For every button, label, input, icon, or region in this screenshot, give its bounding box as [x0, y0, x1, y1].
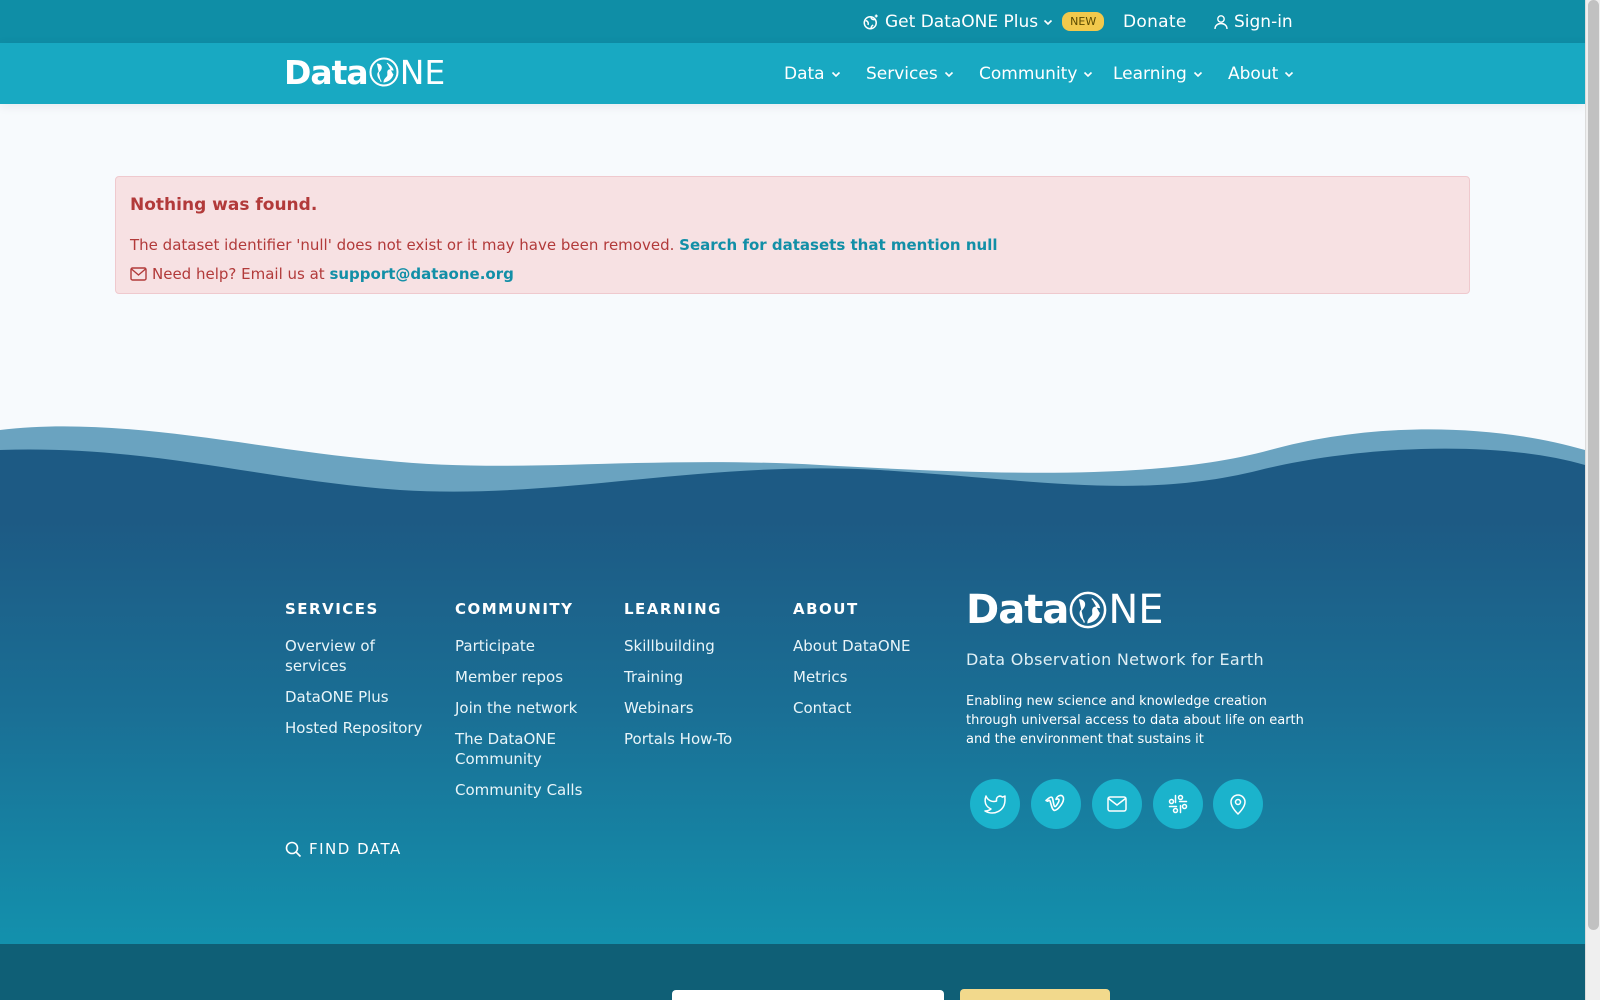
nav-learning-label: Learning	[1113, 63, 1187, 84]
newsletter-subscribe-button[interactable]	[960, 989, 1110, 1000]
email-button[interactable]	[1092, 779, 1142, 829]
find-data-link[interactable]: FIND DATA	[285, 840, 402, 858]
map-pin-icon	[1230, 794, 1246, 816]
footer-dataone-logo[interactable]: Data NE	[966, 587, 1164, 633]
main-navbar: Data NE Data Services Community Learning…	[0, 43, 1585, 104]
search-icon	[285, 841, 302, 857]
slack-icon	[1168, 794, 1188, 814]
footer-link[interactable]: Contact	[793, 698, 943, 718]
help-text: Need help? Email us at	[152, 265, 325, 283]
twitter-icon	[984, 795, 1006, 814]
chevron-down-icon	[1044, 19, 1053, 25]
mail-icon	[1107, 796, 1127, 812]
footer-col-community: COMMUNITY Participate Member repos Join …	[455, 600, 605, 811]
vimeo-button[interactable]	[1031, 779, 1081, 829]
footer-tagline: Data Observation Network for Earth	[966, 650, 1264, 669]
alert-title: Nothing was found.	[130, 195, 318, 215]
sign-in-label: Sign-in	[1234, 11, 1293, 32]
footer-col-services: SERVICES Overview of services DataONE Pl…	[285, 600, 425, 749]
footer-heading: SERVICES	[285, 600, 379, 618]
chevron-down-icon	[1285, 71, 1294, 77]
globe-icon	[369, 57, 399, 87]
logo-text-one: NE	[1068, 587, 1164, 633]
site-footer: SERVICES Overview of services DataONE Pl…	[0, 520, 1585, 944]
footer-link[interactable]: Portals How-To	[624, 729, 774, 749]
footer-link[interactable]: Community Calls	[455, 780, 605, 800]
search-datasets-link[interactable]: Search for datasets that mention null	[679, 236, 997, 254]
nav-services-label: Services	[866, 63, 938, 84]
nav-data-label: Data	[784, 63, 825, 84]
nav-services[interactable]: Services	[866, 43, 954, 104]
find-data-label: FIND DATA	[309, 840, 402, 858]
get-dataone-plus-label: Get DataONE Plus	[885, 11, 1039, 32]
twitter-button[interactable]	[970, 779, 1020, 829]
newsletter-email-input[interactable]	[672, 990, 944, 1000]
chevron-down-icon	[1084, 71, 1093, 77]
scrollbar-thumb[interactable]	[1588, 0, 1599, 930]
footer-heading: ABOUT	[793, 600, 859, 618]
footer-link[interactable]: Metrics	[793, 667, 943, 687]
nav-about[interactable]: About	[1228, 43, 1294, 104]
footer-col-learning: LEARNING Skillbuilding Training Webinars…	[624, 600, 774, 760]
footer-heading: COMMUNITY	[455, 600, 574, 618]
user-icon	[1214, 14, 1228, 29]
sign-in-link[interactable]: Sign-in	[1213, 0, 1293, 43]
footer-link[interactable]: Overview of services	[285, 636, 425, 676]
top-utility-bar: Get DataONE Plus NEW Donate Sign-in	[0, 0, 1585, 43]
chevron-down-icon	[944, 71, 953, 77]
globe-sparkle-icon	[863, 14, 878, 29]
footer-link[interactable]: Training	[624, 667, 774, 687]
footer-link[interactable]: Participate	[455, 636, 605, 656]
chevron-down-icon	[1193, 71, 1202, 77]
footer-link[interactable]: Webinars	[624, 698, 774, 718]
logo-text-data: Data	[284, 52, 369, 92]
footer-link[interactable]: The DataONE Community	[455, 729, 605, 769]
footer-link[interactable]: DataONE Plus	[285, 687, 425, 707]
nav-community-label: Community	[979, 63, 1078, 84]
not-found-alert: Nothing was found. The dataset identifie…	[115, 176, 1470, 294]
vertical-scrollbar[interactable]	[1585, 0, 1600, 1000]
chevron-down-icon	[831, 71, 840, 77]
footer-link[interactable]: Member repos	[455, 667, 605, 687]
vimeo-icon	[1045, 794, 1065, 812]
logo-text-ne: NE	[1108, 587, 1164, 633]
new-badge: NEW	[1062, 12, 1105, 31]
nav-learning[interactable]: Learning	[1113, 43, 1203, 104]
globe-icon	[1069, 591, 1107, 629]
nav-data[interactable]: Data	[784, 43, 841, 104]
footer-col-about: ABOUT About DataONE Metrics Contact	[793, 600, 943, 729]
support-email-link[interactable]: support@dataone.org	[329, 265, 513, 283]
envelope-icon	[130, 267, 147, 281]
footer-link[interactable]: About DataONE	[793, 636, 943, 656]
footer-link[interactable]: Skillbuilding	[624, 636, 774, 656]
footer-mission: Enabling new science and knowledge creat…	[966, 694, 1304, 747]
logo-text-ne: NE	[399, 52, 446, 92]
logo-text-one: NE	[368, 52, 446, 92]
nav-about-label: About	[1228, 63, 1279, 84]
map-button[interactable]	[1213, 779, 1263, 829]
dataone-logo[interactable]: Data NE	[284, 52, 446, 92]
donate-link[interactable]: Donate	[1123, 0, 1187, 43]
alert-message-text: The dataset identifier 'null' does not e…	[130, 236, 675, 254]
logo-text-data: Data	[966, 587, 1069, 633]
alert-message: The dataset identifier 'null' does not e…	[130, 236, 997, 254]
alert-help: Need help? Email us at support@dataone.o…	[130, 265, 514, 283]
slack-button[interactable]	[1153, 779, 1203, 829]
footer-heading: LEARNING	[624, 600, 722, 618]
footer-link[interactable]: Join the network	[455, 698, 605, 718]
footer-link[interactable]: Hosted Repository	[285, 718, 425, 738]
get-dataone-plus-menu[interactable]: Get DataONE Plus NEW	[862, 0, 1105, 43]
nav-community[interactable]: Community	[979, 43, 1093, 104]
